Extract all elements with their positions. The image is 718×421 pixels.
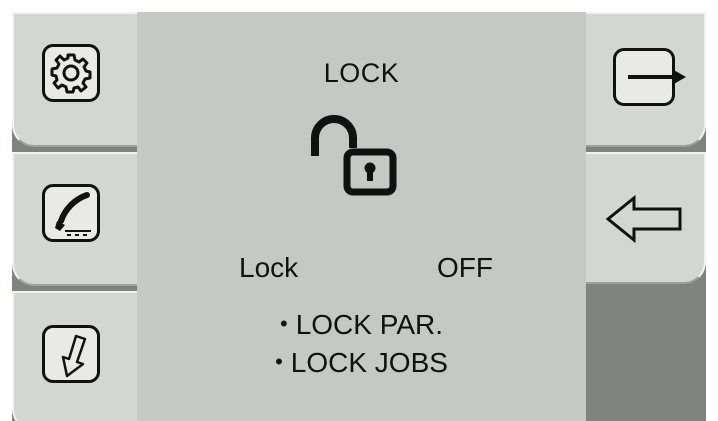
lock-jobs-option: LOCK JOBS: [290, 347, 448, 378]
scroll-down-button[interactable]: [12, 291, 137, 421]
lock-par-option: LOCK PAR.: [295, 309, 443, 340]
screen-frame: LOCK Lock OFF • LOCK PAR. • LOCK JOBS: [12, 12, 706, 421]
right-menu: [586, 12, 706, 421]
unlocked-padlock-icon: [311, 115, 397, 196]
lock-panel: LOCK Lock OFF • LOCK PAR. • LOCK JOBS: [137, 12, 586, 421]
exit-arrow-icon: [613, 48, 686, 106]
settings-button[interactable]: [12, 12, 137, 147]
bullet: •: [279, 311, 288, 336]
welding-torch-icon: [42, 184, 100, 242]
exit-button[interactable]: [586, 12, 706, 147]
page-title: LOCK: [323, 58, 400, 88]
lock-setting-label: Lock: [239, 252, 299, 283]
gear-icon: [42, 44, 100, 102]
down-arrow-icon: [42, 325, 100, 383]
bullet: •: [275, 349, 283, 374]
lock-options-list: • LOCK PAR. • LOCK JOBS: [137, 305, 586, 381]
left-menu: [12, 12, 137, 421]
welding-process-button[interactable]: [12, 152, 137, 286]
list-item: • LOCK JOBS: [137, 343, 586, 381]
back-button[interactable]: [586, 152, 706, 284]
list-item: • LOCK PAR.: [137, 305, 586, 343]
back-arrow-icon: [605, 194, 682, 244]
lock-setting-value[interactable]: OFF: [437, 252, 493, 284]
